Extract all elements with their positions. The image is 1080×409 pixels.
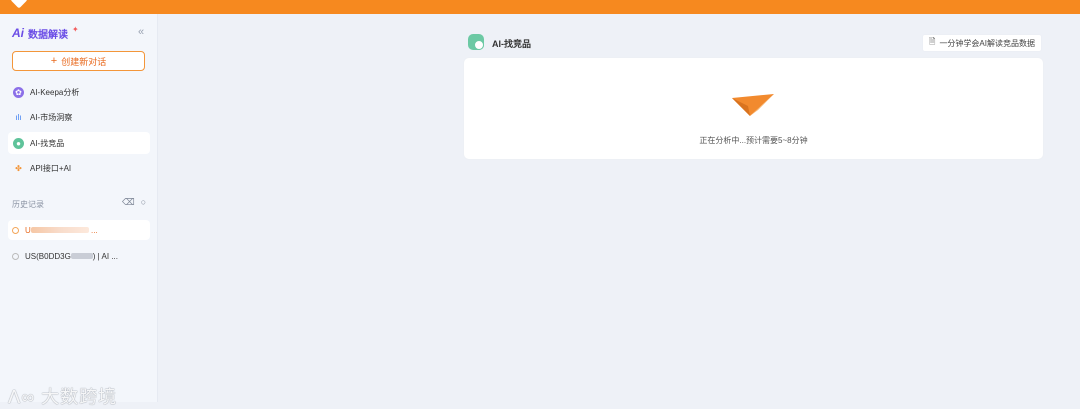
find-competitor-icon: ● [13,137,24,149]
clear-history-icon[interactable]: ⌫ [122,197,135,208]
sidebar-item-market[interactable]: ılı AI-市场洞察 [8,106,150,128]
new-chat-label: 创建新对话 [61,56,107,67]
history-item[interactable]: U ... [8,220,150,240]
history-item[interactable]: US(B0DD3G) | AI ... [8,246,150,266]
page-title: AI-找竞品 [492,39,531,49]
plus-icon: + [50,55,58,67]
analysis-card: 正在分析中...预计需要5~8分钟 [463,57,1044,160]
sidebar-item-label: AI-Keepa分析 [30,87,80,97]
history-dot-icon [12,252,19,260]
new-chat-button[interactable]: + 创建新对话 [12,51,145,71]
ai-logo: Ai [12,26,24,40]
watermark: ᐱ∞ 大数跨境 [8,387,118,407]
watermark-logo-icon: ᐱ∞ [8,387,42,407]
history-tools: ⌫ ○ [122,197,146,208]
search-history-icon[interactable]: ○ [141,197,146,208]
brand: Ai 数据解读 ✦ [12,25,79,41]
sidebar-item-label: AI-市场洞察 [30,112,73,122]
paper-plane-icon [732,94,774,116]
redacted-text [70,253,93,260]
sidebar: Ai 数据解读 ✦ « + 创建新对话 ✿ AI-Keepa分析 ılı AI-… [0,14,158,407]
history-item-label: US(B0DD3G) | AI ... [25,251,118,261]
history-dot-icon [12,226,19,234]
history-title: 历史记录 [12,200,44,209]
sidebar-item-label: AI-找竞品 [30,138,65,148]
help-tutorial-button[interactable]: 🗎 一分钟学会AI解读竞品数据 [922,34,1042,52]
sidebar-item-label: API接口+AI [30,163,72,173]
keepa-icon: ✿ [13,86,24,98]
app-logo-icon [10,0,28,9]
sidebar-item-api[interactable]: ✤ API接口+AI [8,157,150,179]
top-bar [0,0,1080,14]
sidebar-item-find-competitor[interactable]: ● AI-找竞品 [8,132,150,154]
help-label: 一分钟学会AI解读竞品数据 [939,38,1035,48]
find-competitor-icon [468,34,484,50]
redacted-text [30,227,89,234]
collapse-sidebar-icon[interactable]: « [138,26,144,38]
main-header: AI-找竞品 🗎 一分钟学会AI解读竞品数据 [468,34,1042,52]
api-icon: ✤ [15,163,22,173]
brand-name: 数据解读 [28,29,68,41]
document-icon: 🗎 [929,37,936,46]
analysis-status: 正在分析中...预计需要5~8分钟 [699,136,808,145]
sidebar-item-keepa[interactable]: ✿ AI-Keepa分析 [8,81,150,103]
bar-chart-icon: ılı [15,112,22,122]
sparkle-icon: ✦ [72,24,79,34]
history-item-label: U ... [25,225,98,235]
